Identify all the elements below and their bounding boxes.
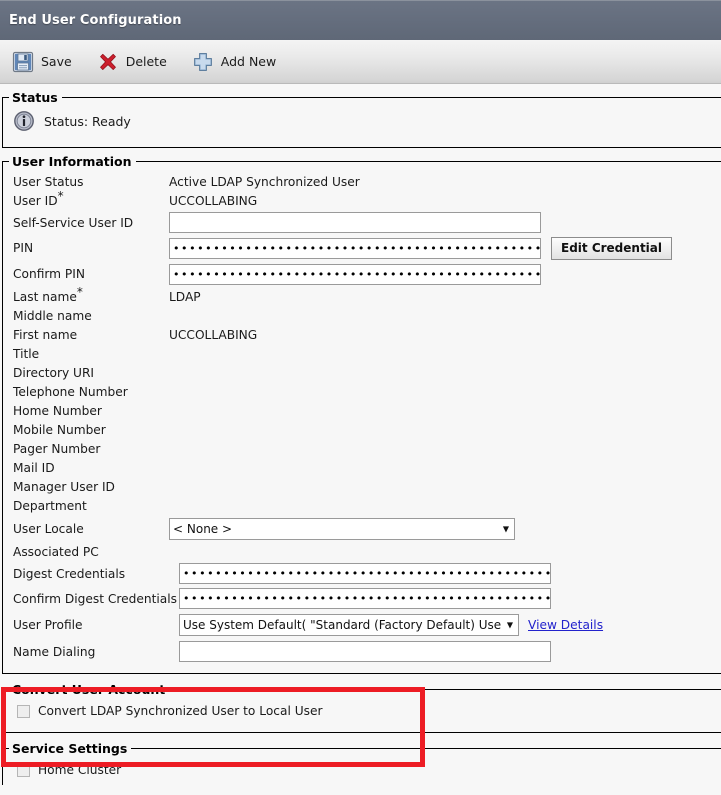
status-legend: Status: [12, 90, 58, 105]
delete-icon: [97, 51, 119, 73]
row-mobile-number: Mobile Number: [3, 420, 721, 439]
label-user-id: User ID*: [3, 189, 169, 208]
value-user-id: UCCOLLABING: [169, 193, 258, 208]
toolbar: Save Delete Add New: [0, 40, 721, 84]
row-confirm-digest-credentials: Confirm Digest Credentials •••••••••••••…: [3, 586, 721, 611]
row-mail-id: Mail ID: [3, 458, 721, 477]
label-associated-pc: Associated PC: [13, 544, 99, 559]
label-pager-number: Pager Number: [13, 441, 101, 456]
label-user-status: User Status: [13, 174, 84, 189]
status-text: Status: Ready: [44, 113, 131, 129]
home-cluster-checkbox[interactable]: [17, 763, 30, 777]
row-telephone-number: Telephone Number: [3, 382, 721, 401]
label-middle-name: Middle name: [13, 308, 92, 323]
row-self-service-user-id: Self-Service User ID: [3, 210, 721, 235]
user-locale-select[interactable]: < None >: [169, 517, 515, 540]
row-first-name: First name UCCOLLABING: [3, 325, 721, 344]
label-self-service-user-id: Self-Service User ID: [13, 215, 134, 230]
status-row: Status: Ready: [3, 105, 721, 141]
convert-checkbox-row: Convert LDAP Synchronized User to Local …: [3, 697, 721, 726]
label-last-name-text: Last name: [13, 289, 77, 304]
label-pin: PIN: [13, 241, 34, 255]
user-information-fields: User Status Active LDAP Synchronized Use…: [3, 169, 721, 667]
form-content: Status Status: Ready User Information Us…: [0, 90, 721, 785]
row-home-number: Home Number: [3, 401, 721, 420]
row-associated-pc: Associated PC: [3, 542, 721, 561]
service-settings-legend: Service Settings: [12, 741, 128, 756]
service-settings-section: Service Settings Home Cluster: [2, 741, 721, 785]
row-last-name: Last name* LDAP: [3, 285, 721, 306]
label-user-profile: User Profile: [13, 617, 83, 632]
window-title-bar: End User Configuration: [0, 0, 721, 40]
delete-button[interactable]: Delete: [97, 51, 167, 73]
row-user-status: User Status Active LDAP Synchronized Use…: [3, 172, 721, 191]
save-button[interactable]: Save: [12, 51, 72, 73]
row-department: Department: [3, 496, 721, 515]
label-manager-user-id: Manager User ID: [13, 479, 115, 494]
view-details-link[interactable]: View Details: [528, 618, 603, 632]
row-confirm-pin: Confirm PIN ••••••••••••••••••••••••••••…: [3, 261, 721, 287]
required-marker: *: [76, 284, 83, 299]
user-profile-select-wrap: Use System Default( "Standard (Factory D…: [179, 613, 519, 636]
save-label: Save: [41, 54, 72, 69]
value-first-name: UCCOLLABING: [169, 327, 258, 342]
label-confirm-pin: Confirm PIN: [13, 267, 85, 281]
row-middle-name: Middle name: [3, 306, 721, 325]
page-title: End User Configuration: [9, 13, 182, 28]
row-title: Title: [3, 344, 721, 363]
convert-user-account-section: Convert User Account Convert LDAP Synchr…: [1, 682, 721, 767]
label-department: Department: [13, 498, 87, 513]
label-first-name: First name: [13, 327, 78, 342]
row-directory-uri: Directory URI: [3, 363, 721, 382]
user-information-section: User Information User Status Active LDAP…: [2, 154, 721, 674]
add-new-button[interactable]: Add New: [192, 51, 276, 73]
pin-input[interactable]: ••••••••••••••••••••••••••••••••••••••••…: [169, 237, 541, 259]
plus-icon: [192, 51, 214, 73]
label-home-number: Home Number: [13, 403, 102, 418]
row-pin: PIN ••••••••••••••••••••••••••••••••••••…: [3, 235, 721, 261]
delete-label: Delete: [125, 54, 167, 69]
row-manager-user-id: Manager User ID: [3, 477, 721, 496]
user-profile-select[interactable]: Use System Default( "Standard (Factory D…: [179, 613, 519, 636]
digest-credentials-input[interactable]: ••••••••••••••••••••••••••••••••••••••••…: [179, 563, 551, 584]
row-user-profile: User Profile Use System Default( "Standa…: [3, 611, 721, 638]
name-dialing-input[interactable]: [179, 641, 551, 662]
value-last-name: LDAP: [169, 289, 201, 304]
value-user-status: Active LDAP Synchronized User: [169, 174, 360, 189]
convert-user-account-legend: Convert User Account: [12, 682, 166, 697]
label-title: Title: [13, 346, 40, 361]
row-pager-number: Pager Number: [3, 439, 721, 458]
add-new-label: Add New: [220, 54, 277, 69]
required-marker: *: [57, 188, 64, 203]
label-name-dialing: Name Dialing: [13, 644, 96, 659]
row-digest-credentials: Digest Credentials •••••••••••••••••••••…: [3, 561, 721, 586]
row-user-id: User ID* UCCOLLABING: [3, 189, 721, 210]
label-user-id-text: User ID: [13, 193, 58, 208]
home-cluster-label: Home Cluster: [38, 763, 122, 777]
label-user-locale: User Locale: [13, 521, 84, 536]
label-confirm-digest-credentials: Confirm Digest Credentials: [13, 591, 177, 606]
save-icon: [12, 51, 34, 73]
label-telephone-number: Telephone Number: [13, 384, 128, 399]
label-mail-id: Mail ID: [13, 460, 55, 475]
confirm-pin-input[interactable]: ••••••••••••••••••••••••••••••••••••••••…: [169, 263, 541, 285]
row-user-locale: User Locale < None > ▼: [3, 515, 721, 542]
edit-credential-button[interactable]: Edit Credential: [551, 236, 673, 260]
home-cluster-row: Home Cluster: [3, 756, 721, 785]
row-name-dialing: Name Dialing: [3, 638, 721, 665]
convert-ldap-user-checkbox[interactable]: [17, 704, 30, 718]
self-service-user-id-input[interactable]: [169, 212, 541, 233]
user-information-legend: User Information: [12, 154, 132, 169]
info-icon: [13, 110, 35, 132]
convert-ldap-user-label: Convert LDAP Synchronized User to Local …: [38, 704, 323, 718]
confirm-digest-credentials-input[interactable]: ••••••••••••••••••••••••••••••••••••••••…: [179, 588, 551, 609]
label-digest-credentials: Digest Credentials: [13, 566, 126, 581]
user-locale-select-wrap: < None > ▼: [169, 517, 515, 540]
label-directory-uri: Directory URI: [13, 365, 95, 380]
label-last-name: Last name*: [3, 285, 169, 304]
label-mobile-number: Mobile Number: [13, 422, 106, 437]
status-section: Status Status: Ready: [2, 90, 721, 148]
